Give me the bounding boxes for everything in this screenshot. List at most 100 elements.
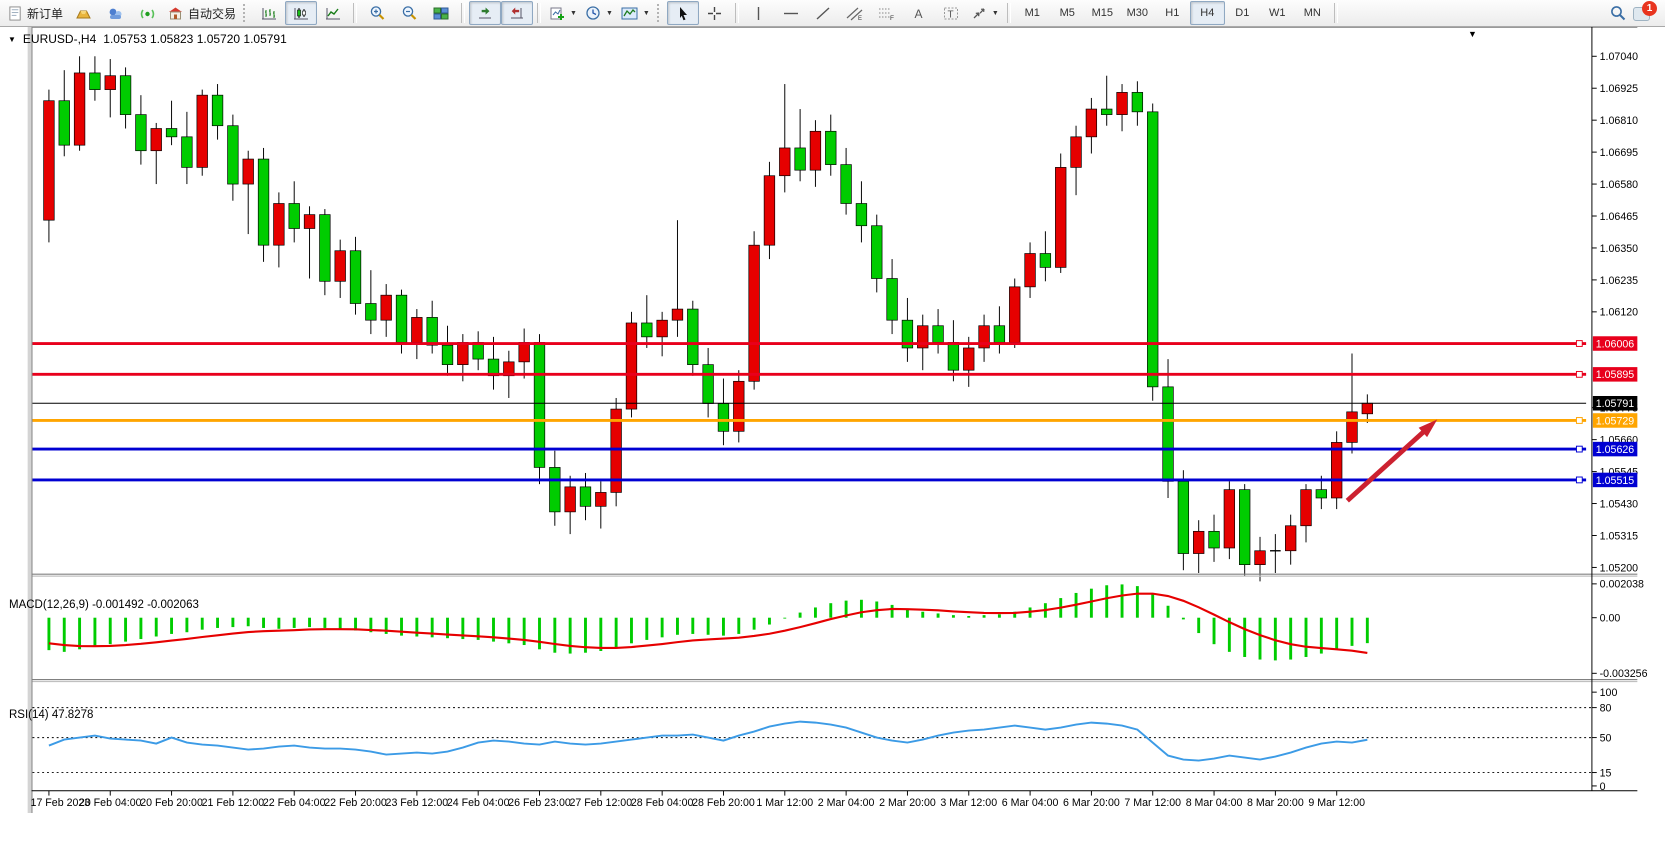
text-button[interactable]: A bbox=[903, 1, 935, 25]
candle-body bbox=[1255, 551, 1266, 565]
horizontal-line-button[interactable] bbox=[775, 1, 807, 25]
candle-body bbox=[136, 115, 147, 151]
hline-anchor[interactable] bbox=[1576, 341, 1582, 347]
tf-M5[interactable]: M5 bbox=[1050, 1, 1085, 25]
signals-button[interactable] bbox=[131, 1, 163, 25]
periods-button[interactable]: ▼ bbox=[581, 1, 617, 25]
tf-M15[interactable]: M15 bbox=[1085, 1, 1120, 25]
tile-windows-button[interactable] bbox=[425, 1, 457, 25]
price-tick-label: 1.06925 bbox=[1600, 83, 1638, 95]
tf-H1[interactable]: H1 bbox=[1155, 1, 1190, 25]
candle-body bbox=[1147, 112, 1158, 387]
chart-collapse-caret[interactable]: ▼ bbox=[8, 35, 16, 44]
candle-body bbox=[289, 204, 300, 229]
time-tick-label: 2 Mar 04:00 bbox=[818, 797, 875, 809]
hline-anchor[interactable] bbox=[1576, 371, 1582, 377]
chart-canvas[interactable]: 1.070401.069251.068101.066951.065801.064… bbox=[0, 27, 1665, 842]
hline-anchor[interactable] bbox=[1576, 446, 1582, 452]
vertical-line-button[interactable] bbox=[743, 1, 775, 25]
chart-shift-button[interactable] bbox=[501, 1, 533, 25]
toolbar-drag-handle[interactable] bbox=[243, 4, 250, 22]
candle-body bbox=[1132, 92, 1143, 111]
time-tick-label: 22 Feb 20:00 bbox=[324, 797, 387, 809]
chart-menu-caret[interactable]: ▼ bbox=[1468, 29, 1477, 39]
bar-chart-button[interactable] bbox=[253, 1, 285, 25]
price-tick-label: 1.06695 bbox=[1600, 147, 1638, 159]
zoom-in-icon bbox=[369, 5, 386, 21]
text-label-button[interactable]: T bbox=[935, 1, 967, 25]
crosshair-button[interactable] bbox=[699, 1, 731, 25]
candle-body bbox=[1071, 137, 1082, 168]
chart-window: 1.070401.069251.068101.066951.065801.064… bbox=[0, 27, 1665, 842]
candlestick-chart-button[interactable] bbox=[285, 1, 317, 25]
candle-body bbox=[887, 279, 898, 321]
main-toolbar: 新订单 自动交易 bbox=[0, 0, 1665, 27]
candle-body bbox=[1331, 442, 1342, 498]
dropdown-caret[interactable]: ▼ bbox=[606, 10, 613, 17]
time-tick-label: 24 Feb 04:00 bbox=[447, 797, 510, 809]
auto-trading-button[interactable]: 自动交易 bbox=[163, 1, 240, 25]
price-badge-label: 1.05626 bbox=[1596, 444, 1634, 456]
candle-body bbox=[1055, 167, 1066, 267]
new-order-button[interactable]: 新订单 bbox=[4, 1, 67, 25]
fibonacci-button[interactable]: F bbox=[871, 1, 903, 25]
community-icon bbox=[107, 6, 124, 21]
rsi-tick-label: 0 bbox=[1600, 781, 1606, 793]
dropdown-caret[interactable]: ▼ bbox=[570, 10, 577, 17]
candle-body bbox=[74, 73, 85, 145]
candle-body bbox=[1040, 254, 1051, 268]
rsi-tick-label: 100 bbox=[1600, 687, 1618, 699]
candle-body bbox=[948, 342, 959, 370]
candle-body bbox=[657, 320, 668, 337]
time-tick-label: 28 Feb 04:00 bbox=[631, 797, 694, 809]
candle-body bbox=[151, 128, 162, 150]
candle-body bbox=[933, 326, 944, 343]
time-tick-label: 20 Feb 20:00 bbox=[140, 797, 203, 809]
candle-body bbox=[1239, 490, 1250, 565]
window-left-edge bbox=[28, 27, 32, 813]
zoom-in-button[interactable] bbox=[361, 1, 393, 25]
deposit-button[interactable] bbox=[67, 1, 99, 25]
candle-body bbox=[1178, 481, 1189, 553]
dropdown-caret[interactable]: ▼ bbox=[643, 10, 650, 17]
time-tick-label: 1 Mar 12:00 bbox=[756, 797, 813, 809]
hline-anchor[interactable] bbox=[1576, 418, 1582, 424]
clock-icon bbox=[585, 5, 601, 21]
community-button[interactable] bbox=[99, 1, 131, 25]
tf-H4[interactable]: H4 bbox=[1190, 1, 1225, 25]
arrows-button[interactable]: ▼ bbox=[967, 1, 1003, 25]
candle-body bbox=[396, 295, 407, 342]
equidistant-channel-button[interactable]: E bbox=[839, 1, 871, 25]
candle-body bbox=[856, 204, 867, 226]
candle-body bbox=[458, 342, 469, 364]
toolbar-drag-handle[interactable] bbox=[657, 4, 664, 22]
macd-tick-label: 0.00 bbox=[1600, 613, 1621, 625]
new-chart-button[interactable]: ▼ bbox=[545, 1, 581, 25]
line-chart-button[interactable] bbox=[317, 1, 349, 25]
time-tick-label: 20 Feb 04:00 bbox=[79, 797, 142, 809]
bar-chart-icon bbox=[261, 6, 277, 21]
dropdown-caret[interactable]: ▼ bbox=[992, 10, 999, 17]
tile-windows-icon bbox=[433, 6, 449, 21]
auto-scroll-button[interactable] bbox=[469, 1, 501, 25]
tf-M1[interactable]: M1 bbox=[1015, 1, 1050, 25]
candle-body bbox=[228, 126, 239, 184]
svg-text:F: F bbox=[890, 15, 894, 21]
zoom-out-button[interactable] bbox=[393, 1, 425, 25]
time-tick-label: 9 Mar 12:00 bbox=[1308, 797, 1365, 809]
tf-M30[interactable]: M30 bbox=[1120, 1, 1155, 25]
tf-W1[interactable]: W1 bbox=[1260, 1, 1295, 25]
tf-D1[interactable]: D1 bbox=[1225, 1, 1260, 25]
hline-anchor[interactable] bbox=[1576, 477, 1582, 483]
market-icon bbox=[167, 6, 184, 21]
indicators-button[interactable]: ▼ bbox=[617, 1, 654, 25]
search-icon[interactable] bbox=[1609, 4, 1627, 22]
cursor-button[interactable] bbox=[667, 1, 699, 25]
toolbar-separator bbox=[461, 3, 465, 23]
candle-body bbox=[258, 159, 269, 245]
notifications-button[interactable]: 1 bbox=[1633, 3, 1655, 23]
candle-body bbox=[871, 226, 882, 279]
tf-MN[interactable]: MN bbox=[1295, 1, 1330, 25]
candle-body bbox=[749, 245, 760, 381]
trendline-button[interactable] bbox=[807, 1, 839, 25]
